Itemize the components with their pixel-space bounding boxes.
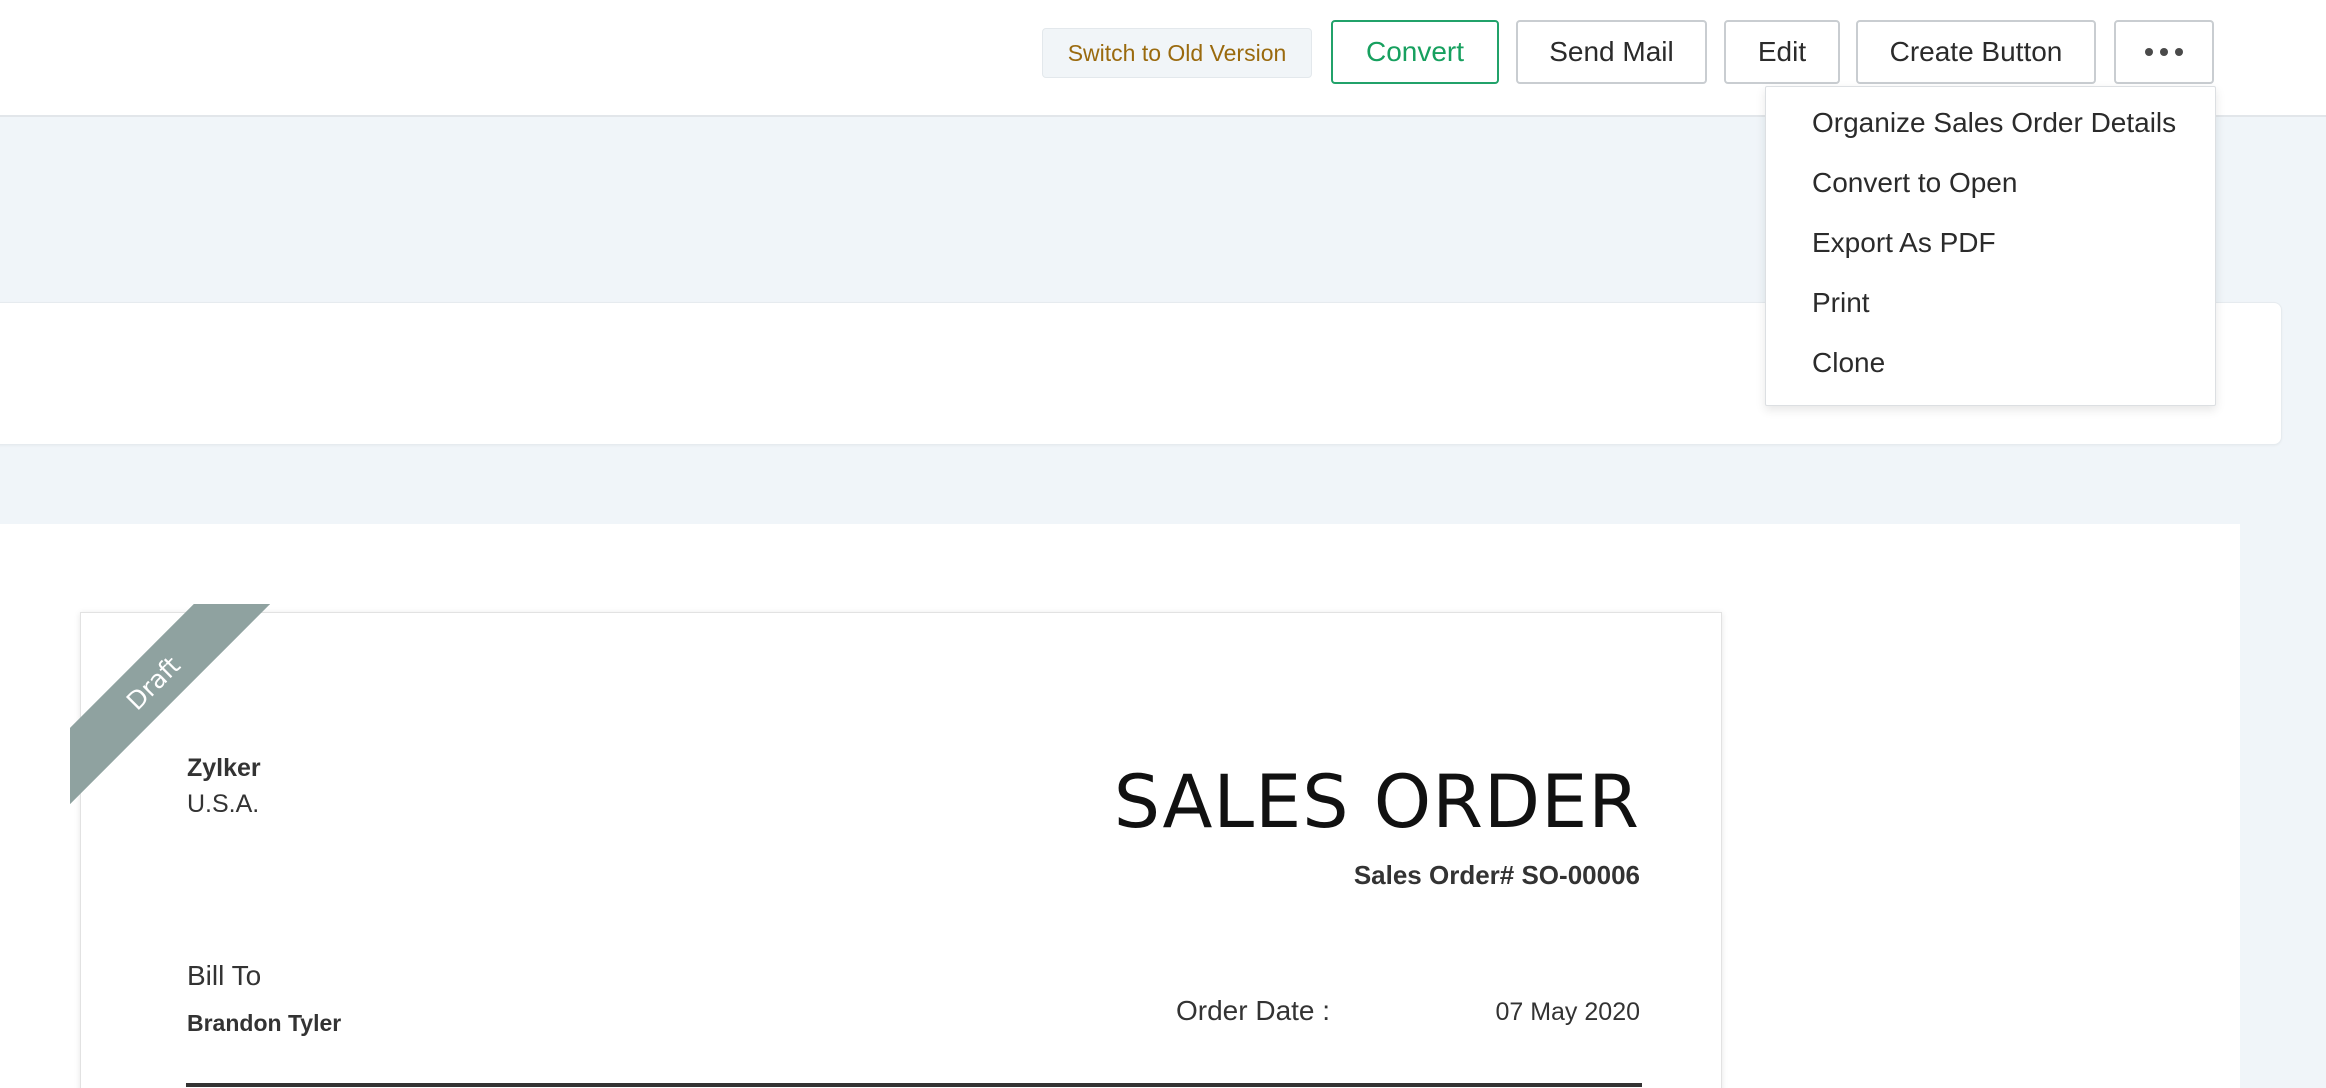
draft-ribbon-label: Draft [70,604,270,804]
menu-item-organize-details[interactable]: Organize Sales Order Details [1812,107,2176,139]
bill-to-label: Bill To [187,960,262,991]
send-mail-button[interactable]: Send Mail [1516,20,1707,84]
create-button-button[interactable]: Create Button [1856,20,2096,84]
convert-button[interactable]: Convert [1331,20,1499,84]
page: Switch to Old Version Convert Send Mail … [0,0,2326,1088]
edit-button[interactable]: Edit [1724,20,1840,84]
menu-item-clone[interactable]: Clone [1812,347,1885,379]
more-actions-button[interactable] [2114,20,2214,84]
order-date-label: Order Date : [1176,995,1331,1026]
more-actions-menu: Organize Sales Order Details Convert to … [1765,86,2216,406]
bill-to-name: Brandon Tyler [187,1010,342,1036]
table-header-rule [186,1083,1642,1087]
more-dots-icon [2145,48,2183,56]
switch-old-version-button[interactable]: Switch to Old Version [1042,28,1312,78]
sales-order-number: Sales Order# SO-00006 [1353,860,1640,890]
menu-item-convert-to-open[interactable]: Convert to Open [1812,167,2017,199]
status-ribbon: Draft [70,604,270,804]
order-date-value: 07 May 2020 [1495,998,1640,1026]
menu-item-print[interactable]: Print [1812,287,1870,319]
menu-item-export-pdf[interactable]: Export As PDF [1812,227,1996,259]
document-title: SALES ORDER [1113,760,1640,845]
